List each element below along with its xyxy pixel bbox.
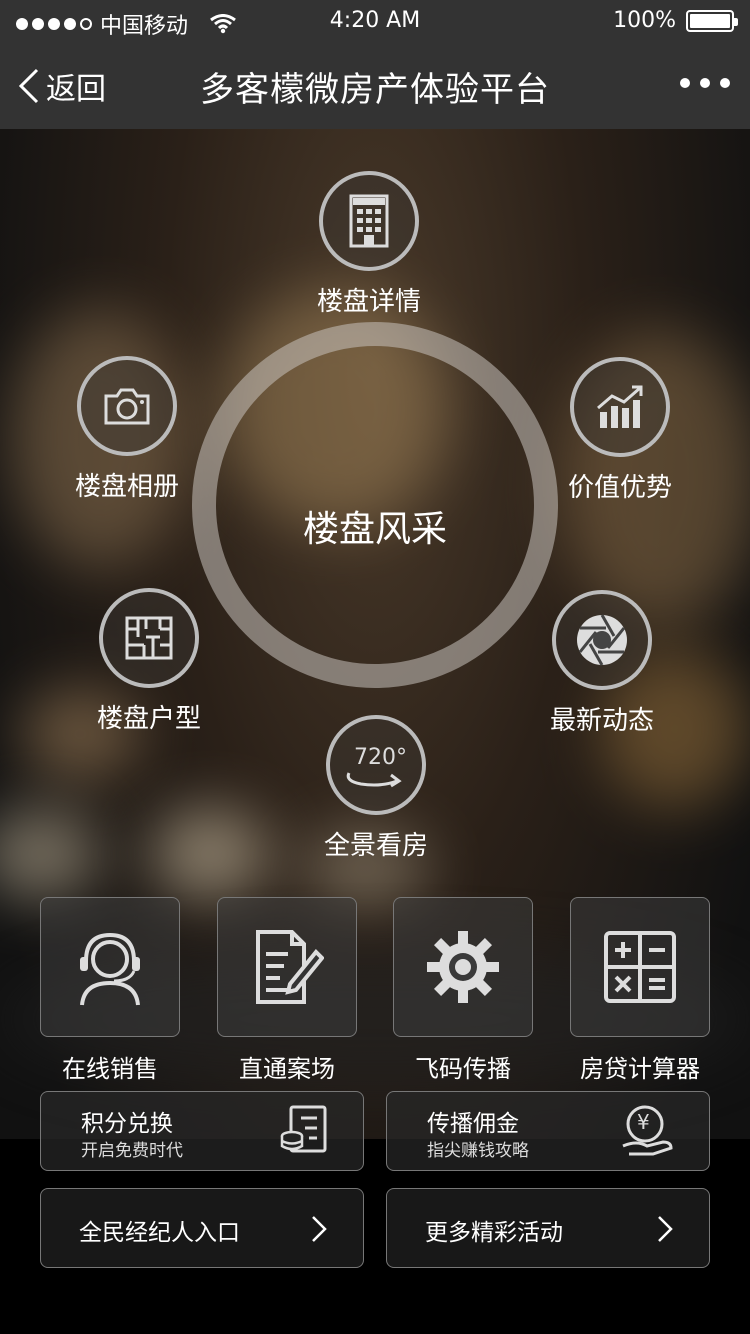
tile-box [393, 897, 533, 1037]
card-title: 传播佣金 [427, 1111, 519, 1137]
tile-label: 在线销售 [62, 1055, 158, 1083]
orbit-item-property-details[interactable]: 楼盘详情 [317, 171, 421, 318]
entry-label: 更多精彩活动 [425, 1220, 563, 1246]
orbit-item-value[interactable]: 价值优势 [568, 357, 672, 504]
yen-hand-icon: ¥ [619, 1104, 675, 1156]
tile-box [570, 897, 710, 1037]
headset-agent-icon [80, 932, 140, 1006]
tile-mortgage-calculator[interactable]: 房贷计算器 [570, 897, 710, 1084]
tile-flycode-share[interactable]: 飞码传播 [393, 897, 533, 1084]
orbit-item-label: 价值优势 [568, 473, 673, 503]
panorama-arrow-icon [346, 772, 402, 788]
orbit-circle: 720° [326, 715, 426, 815]
yen-symbol: ¥ [637, 1110, 650, 1134]
orbit-item-news[interactable]: 最新动态 [550, 590, 654, 737]
tile-direct-site[interactable]: 直通案场 [217, 897, 357, 1084]
tile-label: 直通案场 [239, 1055, 335, 1083]
ring-center-label: 楼盘风采 [302, 509, 447, 550]
chevron-right-icon [312, 1216, 327, 1242]
orbit-item-label: 最新动态 [550, 706, 655, 736]
more-dot [720, 78, 730, 88]
chevron-right-icon [658, 1216, 673, 1242]
entry-agent-portal[interactable]: 全民经纪人入口 [40, 1188, 364, 1268]
card-points-exchange[interactable]: 积分兑换 开启免费时代 [40, 1091, 364, 1171]
tile-online-sales[interactable]: 在线销售 [40, 897, 180, 1084]
chart-icon [597, 385, 643, 428]
orbit-circle [552, 590, 652, 690]
navigation-bar: 返回 多客檬微房产体验平台 [0, 40, 750, 129]
orbit-item-label: 楼盘详情 [317, 287, 422, 317]
orbit-item-album[interactable]: 楼盘相册 [75, 356, 179, 503]
orbit-item-label: 楼盘相册 [75, 472, 180, 502]
battery-percentage: 100% [613, 8, 676, 33]
orbit-circle [77, 356, 177, 456]
page-title: 多客檬微房产体验平台 [200, 70, 550, 110]
tile-box [217, 897, 357, 1037]
orbit-circle [570, 357, 670, 457]
calculator-icon [604, 931, 676, 1003]
more-dot [680, 78, 690, 88]
orbit-circle [319, 171, 419, 271]
battery-icon [686, 9, 738, 32]
coins-list-icon [280, 1105, 327, 1153]
card-subtitle: 指尖赚钱攻略 [427, 1141, 529, 1161]
document-edit-icon [256, 930, 324, 1004]
entry-label: 全民经纪人入口 [79, 1220, 240, 1246]
card-share-commission[interactable]: 传播佣金 指尖赚钱攻略 ¥ [386, 1091, 710, 1171]
card-title: 积分兑换 [81, 1111, 173, 1137]
tile-label: 房贷计算器 [580, 1055, 700, 1083]
orbit-item-label: 全景看房 [324, 831, 429, 861]
building-icon [349, 194, 389, 248]
gear-icon [427, 931, 499, 1003]
aperture-icon [577, 614, 627, 666]
tile-box [40, 897, 180, 1037]
orbit-circle [99, 588, 199, 688]
feature-ring[interactable]: 楼盘风采 [192, 322, 558, 688]
tile-label: 飞码传播 [415, 1055, 511, 1083]
orbit-item-label: 楼盘户型 [97, 704, 202, 734]
status-right: 100% [613, 8, 738, 33]
more-dot [700, 78, 710, 88]
orbit-item-floorplan[interactable]: 楼盘户型 [97, 588, 201, 735]
entry-more-activities[interactable]: 更多精彩活动 [386, 1188, 710, 1268]
orbit-item-panorama[interactable]: 720° 全景看房 [324, 715, 428, 862]
floorplan-icon [125, 616, 173, 660]
more-options-button[interactable] [680, 78, 730, 88]
camera-icon [104, 388, 150, 425]
status-bar: 中国移动 4:20 AM 100% [0, 0, 750, 40]
card-subtitle: 开启免费时代 [81, 1141, 183, 1161]
